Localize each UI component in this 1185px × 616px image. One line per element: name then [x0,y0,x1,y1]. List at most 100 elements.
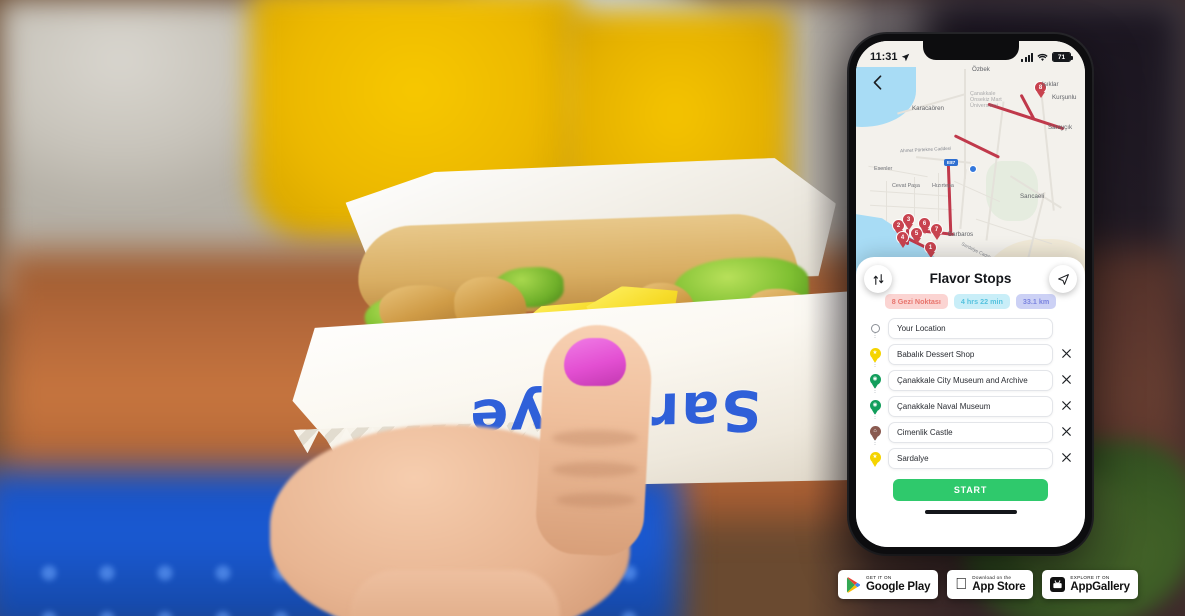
hand [230,322,710,616]
map-pin-icon: ◉ [869,399,881,415]
map-label: Barbaros [948,231,974,238]
wifi-icon [1037,53,1048,61]
status-time: 11:31 [870,51,898,63]
reorder-stops-icon [873,273,883,285]
badge-top-label: GET IT ON [866,574,892,580]
map-label: Özbek [972,66,990,73]
chip-duration: 4 hrs 22 min [953,294,1010,309]
battery-icon: 71 [1052,52,1073,62]
route-line [953,134,1001,159]
map-poi-dot[interactable] [969,165,977,173]
road [938,173,940,221]
google-play-badge[interactable]: GET IT ON Google Play [838,570,939,599]
road [886,181,888,221]
appgallery-icon [1050,577,1066,592]
stop-input[interactable]: Çanakkale Naval Museum [888,396,1053,417]
sheet-title: Flavor Stops [929,271,1012,286]
stop-marker [868,324,882,333]
back-button[interactable] [866,71,888,93]
map-label: Karacaören [912,105,944,112]
map-label: Esenler [874,166,893,172]
map-street-label: Ahmet Pürtekne Caddesi [899,145,952,154]
close-x-icon [1061,348,1071,358]
map-label: Cevat Paşa [892,183,920,189]
appgallery-badge[interactable]: EXPLORE IT ON AppGallery [1042,570,1138,599]
list-item[interactable]: ★ Babalık Dessert Shop [868,344,1073,365]
navigate-arrow-icon [1057,273,1069,285]
close-x-icon [1061,426,1071,436]
list-item[interactable]: ⌂ Cimenlik Castle [868,422,1073,443]
map-label: Hızırtepa [932,183,954,189]
home-indicator [924,510,1017,514]
map-label: Çanakkale Onsekiz Mart Üniversitesi [970,91,1002,110]
list-item[interactable]: Your Location [868,318,1073,339]
map-pin-icon: ★ [869,451,881,467]
thumb-crease [552,462,638,477]
map-pin-icon: ★ [869,347,881,363]
stop-input[interactable]: Your Location [888,318,1053,339]
close-x-icon [1061,400,1071,410]
badge-store-name: App Store [960,580,1025,593]
stop-input[interactable]: Çanakkale City Museum and Archive [888,370,1053,391]
remove-stop-button[interactable] [1059,452,1073,465]
list-item[interactable]: ★ Sardalye [868,448,1073,469]
app-store-badges: GET IT ON Google Play  Download on the … [838,570,1138,599]
list-item[interactable]: ◉ Çanakkale City Museum and Archive [868,370,1073,391]
close-x-icon [1061,452,1071,462]
close-x-icon [1061,374,1071,384]
battery-level: 71 [1053,53,1070,61]
badge-store-name: AppGallery [1058,580,1130,593]
map-label: Işıklar [1042,81,1059,88]
locate-me-button[interactable] [1049,265,1077,293]
stop-input[interactable]: Sardalye [888,448,1053,469]
stop-marker: ★ [868,451,882,467]
app-store-badge[interactable]:  Download on the App Store [947,570,1034,599]
stop-marker: ⌂ [868,425,882,441]
appgallery-glyph-icon [1053,580,1063,589]
stop-input[interactable]: Babalık Dessert Shop [888,344,1053,365]
phone-screen: 11:31 71 8 2 3 4 5 6 7 1 Özbek Işıklar K… [856,41,1085,547]
chevron-left-icon [873,74,881,90]
map-pin-icon: ◉ [869,373,881,389]
highway-shield: E87 [944,159,959,166]
map-pin[interactable]: 1 [924,241,937,258]
location-arrow-icon [901,53,909,61]
map-pin[interactable]: 4 [896,231,909,248]
badge-top-label: Download on the [960,574,1011,580]
reorder-stops-button[interactable] [864,265,892,293]
remove-stop-button[interactable] [1059,400,1073,413]
chip-stop-count: 8 Gezi Noktası [884,294,948,309]
start-button[interactable]: START [893,479,1048,501]
badge-top-label: EXPLORE IT ON [1058,574,1109,580]
badge-store-name: Google Play [866,580,931,593]
stops-list: Your Location ★ Babalık Dessert Shop ◉ Ç… [868,318,1073,469]
map-label: Kurşunlu [1052,94,1077,101]
stop-marker: ◉ [868,399,882,415]
road [959,169,967,229]
apple-icon:  [955,576,967,593]
route-line [946,160,952,234]
origin-ring-icon [870,324,880,333]
phone-mockup: 11:31 71 8 2 3 4 5 6 7 1 Özbek Işıklar K… [849,34,1092,554]
map-pin-icon: ⌂ [869,425,881,441]
road [870,204,954,211]
phone-notch [922,41,1019,60]
remove-stop-button[interactable] [1059,374,1073,387]
thumb-crease [556,493,636,507]
remove-stop-button[interactable] [1059,426,1073,439]
stop-input[interactable]: Cimenlik Castle [888,422,1053,443]
lower-fingers [350,570,560,616]
flavor-stops-sheet: Flavor Stops 8 Gezi Noktası 4 hrs 22 min… [856,257,1085,547]
map-label: Sarıcaeli [1020,193,1045,200]
remove-stop-button[interactable] [1059,348,1073,361]
stop-marker: ◉ [868,373,882,389]
thumb-crease [552,430,638,446]
cellular-signal-icon [1021,52,1033,62]
list-item[interactable]: ◉ Çanakkale Naval Museum [868,396,1073,417]
painted-fingernail [564,338,626,386]
chip-distance: 33.1 km [1015,294,1057,309]
trip-summary-chips: 8 Gezi Noktası 4 hrs 22 min 33.1 km [868,294,1073,309]
map-label: Sarayçık [1048,124,1073,131]
map-pin[interactable]: 7 [930,223,943,240]
google-play-icon [846,576,861,593]
